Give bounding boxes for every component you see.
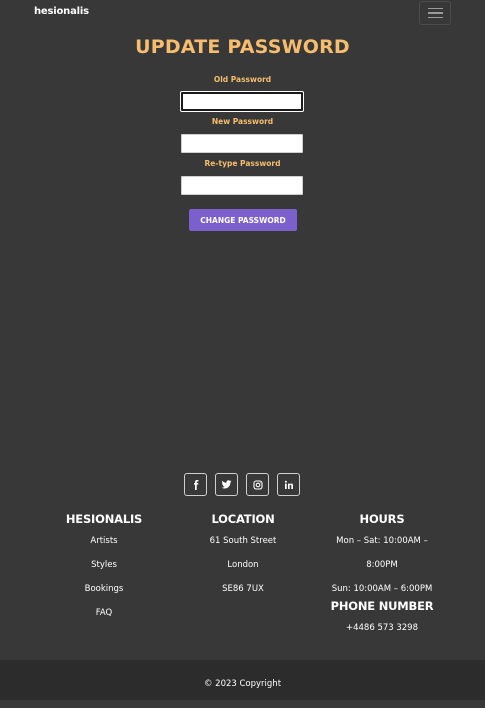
footer-link-styles[interactable]: Styles bbox=[91, 560, 117, 570]
facebook-icon[interactable] bbox=[184, 473, 207, 496]
phone-number: +4486 573 3298 bbox=[345, 623, 418, 633]
social-links bbox=[184, 473, 300, 496]
footer-location-heading: LOCATION bbox=[211, 512, 275, 526]
footer-brand-column: HESIONALIS Artists Styles Bookings FAQ bbox=[29, 512, 179, 631]
new-password-input[interactable] bbox=[181, 134, 303, 153]
instagram-icon[interactable] bbox=[246, 473, 269, 496]
footer-hours-column: HOURS Mon – Sat: 10:00AM – 8:00PM Sun: 1… bbox=[307, 512, 457, 646]
hours-weekday: Mon – Sat: 10:00AM – bbox=[336, 536, 428, 546]
footer-link-faq[interactable]: FAQ bbox=[96, 608, 112, 618]
phone-heading: PHONE NUMBER bbox=[330, 599, 434, 613]
address-line: SE86 7UX bbox=[222, 584, 264, 594]
old-password-input[interactable] bbox=[181, 92, 303, 111]
hours-weekday-end: 8:00PM bbox=[366, 560, 398, 570]
footer-location-column: LOCATION 61 South Street London SE86 7UX bbox=[168, 512, 318, 607]
menu-toggle-button[interactable] bbox=[419, 1, 451, 25]
footer-link-bookings[interactable]: Bookings bbox=[85, 584, 124, 594]
copyright-bar: © 2023 Copyright bbox=[0, 660, 485, 700]
hamburger-icon-line bbox=[427, 12, 443, 14]
new-password-label: New Password bbox=[211, 117, 274, 126]
old-password-label: Old Password bbox=[213, 75, 272, 84]
twitter-icon[interactable] bbox=[215, 473, 238, 496]
linkedin-icon[interactable] bbox=[277, 473, 300, 496]
hamburger-icon-line bbox=[427, 16, 443, 19]
footer-brand-heading: HESIONALIS bbox=[65, 512, 143, 526]
footer-hours-heading: HOURS bbox=[359, 512, 405, 526]
retype-password-label: Re-type Password bbox=[204, 159, 281, 168]
footer-link-artists[interactable]: Artists bbox=[90, 536, 117, 546]
change-password-button[interactable]: CHANGE PASSWORD bbox=[189, 209, 297, 231]
page-title: UPDATE PASSWORD bbox=[135, 36, 350, 58]
retype-password-input[interactable] bbox=[181, 176, 303, 195]
copyright-text: © 2023 Copyright bbox=[203, 679, 282, 689]
address-line: 61 South Street bbox=[209, 536, 277, 546]
navbar: hesionalis bbox=[0, 0, 485, 26]
brand-logo[interactable]: hesionalis bbox=[34, 6, 89, 17]
address-line: London bbox=[227, 560, 259, 570]
hamburger-icon-line bbox=[427, 7, 443, 10]
